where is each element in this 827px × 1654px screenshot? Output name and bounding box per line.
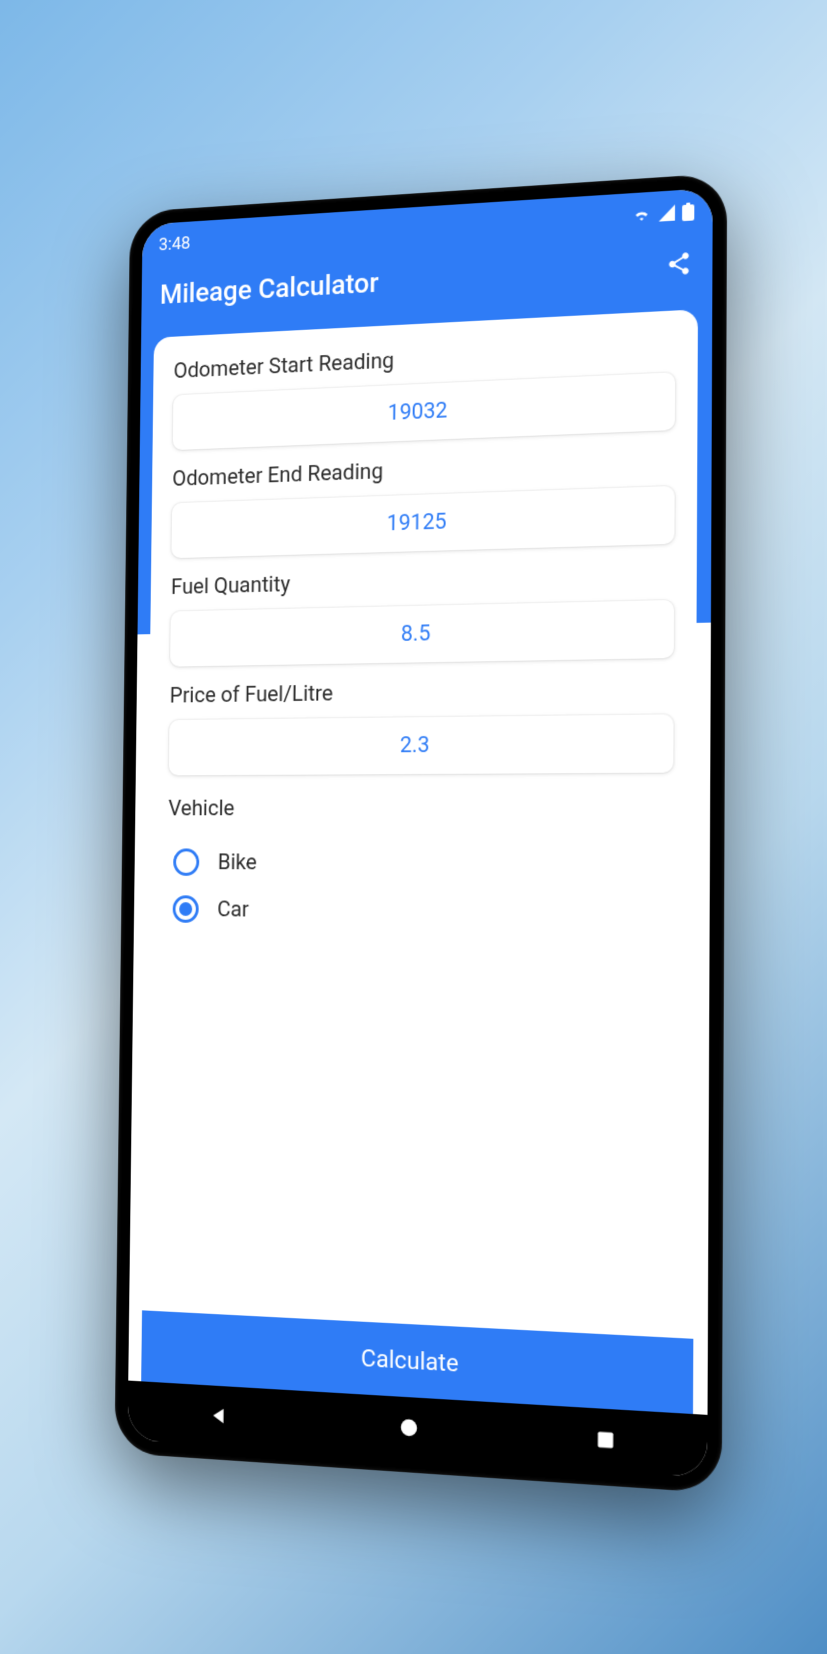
phone-frame: 3:48 Mileage Calculator Odometer Start R… bbox=[114, 173, 727, 1494]
vehicle-section: Vehicle Bike Car bbox=[166, 795, 672, 938]
field-fuel-qty: Fuel Quantity bbox=[170, 562, 674, 666]
home-icon bbox=[398, 1416, 420, 1440]
radio-icon bbox=[172, 895, 198, 923]
spacer bbox=[162, 932, 672, 1337]
fuel-price-label: Price of Fuel/Litre bbox=[169, 676, 673, 708]
nav-home-button[interactable] bbox=[379, 1415, 438, 1441]
fuel-price-input[interactable] bbox=[168, 714, 673, 775]
content-area: Odometer Start Reading Odometer End Read… bbox=[128, 296, 712, 1415]
radio-bike-label: Bike bbox=[217, 850, 256, 875]
odo-end-input[interactable] bbox=[171, 486, 674, 558]
radio-car[interactable]: Car bbox=[166, 885, 672, 938]
app-title: Mileage Calculator bbox=[159, 266, 378, 310]
nav-recent-button[interactable] bbox=[575, 1428, 636, 1453]
battery-icon bbox=[682, 202, 694, 221]
field-fuel-price: Price of Fuel/Litre bbox=[168, 676, 673, 775]
recent-icon bbox=[595, 1429, 615, 1451]
screen: 3:48 Mileage Calculator Odometer Start R… bbox=[127, 188, 712, 1478]
fuel-qty-label: Fuel Quantity bbox=[170, 562, 673, 600]
wifi-icon bbox=[631, 206, 651, 223]
vehicle-label: Vehicle bbox=[168, 795, 673, 821]
field-odo-end: Odometer End Reading bbox=[171, 448, 675, 558]
radio-bike[interactable]: Bike bbox=[167, 839, 673, 889]
share-button[interactable] bbox=[665, 249, 692, 281]
signal-icon bbox=[657, 204, 675, 221]
status-time: 3:48 bbox=[158, 233, 190, 255]
radio-icon bbox=[173, 848, 199, 875]
radio-car-label: Car bbox=[217, 897, 249, 922]
odo-end-label: Odometer End Reading bbox=[172, 448, 675, 491]
status-icons bbox=[631, 202, 694, 224]
field-odo-start: Odometer Start Reading bbox=[172, 335, 675, 450]
nav-back-button[interactable] bbox=[191, 1403, 248, 1428]
back-icon bbox=[209, 1404, 230, 1427]
fuel-qty-input[interactable] bbox=[170, 600, 674, 667]
share-icon bbox=[665, 249, 692, 277]
odo-start-input[interactable] bbox=[172, 372, 675, 450]
form-card: Odometer Start Reading Odometer End Read… bbox=[141, 309, 698, 1414]
